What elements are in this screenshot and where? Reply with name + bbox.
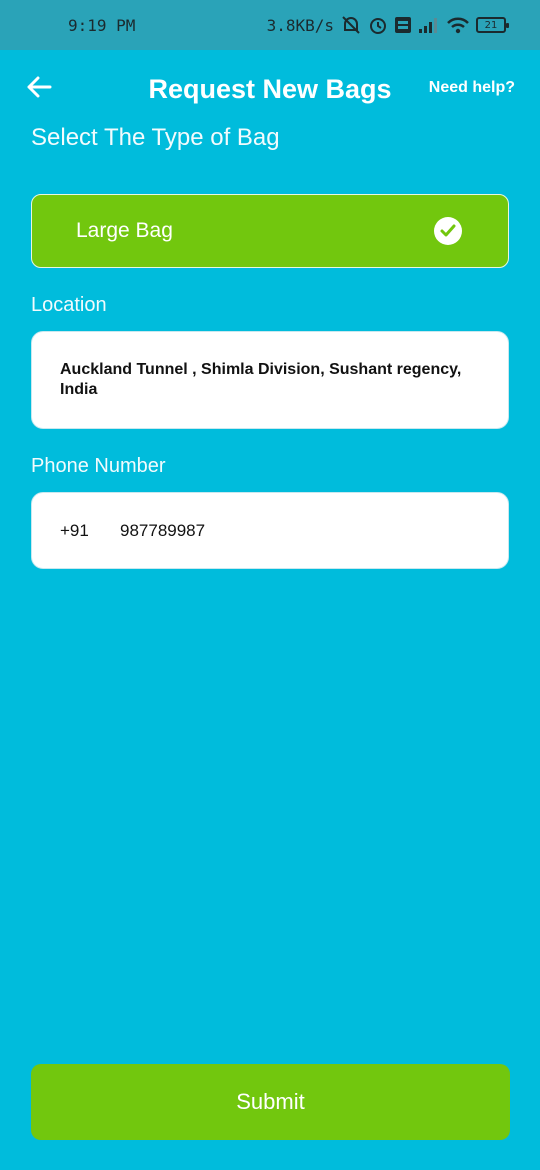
- alarm-off-icon: [340, 15, 362, 35]
- location-value: Auckland Tunnel , Shimla Division, Susha…: [60, 361, 462, 398]
- signal-icon: [418, 17, 440, 33]
- volte-icon: [394, 16, 412, 34]
- phone-label: Phone Number: [31, 455, 166, 477]
- wifi-icon: [446, 16, 470, 34]
- bag-option-large[interactable]: Large Bag: [31, 194, 509, 268]
- phone-number-value: 987789987: [120, 520, 206, 540]
- alarm-icon: [368, 15, 388, 35]
- header: Request New Bags Need help?: [0, 50, 540, 130]
- status-time: 9:19 PM: [68, 15, 136, 35]
- submit-button[interactable]: Submit: [31, 1064, 510, 1140]
- bag-type-label: Select The Type of Bag: [31, 124, 280, 151]
- status-bar: 9:19 PM 3.8KB/s 21: [0, 0, 540, 50]
- bag-option-label: Large Bag: [76, 219, 173, 242]
- phone-field[interactable]: +91 987789987: [31, 492, 509, 569]
- status-icons: 3.8KB/s 21: [266, 15, 509, 35]
- network-speed: 3.8KB/s: [266, 15, 334, 35]
- location-field[interactable]: Auckland Tunnel , Shimla Division, Susha…: [31, 331, 509, 429]
- check-circle-icon: [434, 217, 462, 245]
- country-code: +91: [60, 520, 89, 540]
- need-help-link[interactable]: Need help?: [429, 79, 515, 97]
- battery-icon: 21: [476, 17, 509, 33]
- location-label: Location: [31, 294, 107, 316]
